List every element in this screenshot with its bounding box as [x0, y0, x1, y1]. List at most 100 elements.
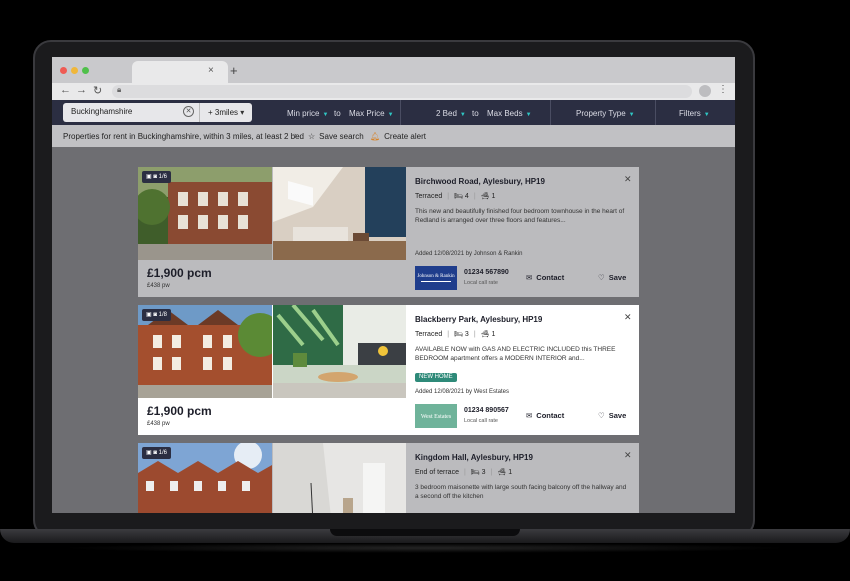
min-price-select[interactable]: Min price ▼ [287, 109, 328, 118]
create-alert-button[interactable]: 🔔︎ Create alert [370, 132, 426, 141]
chevron-down-icon: ▼ [628, 112, 635, 118]
call-rate: Local call rate [464, 280, 498, 286]
contact-button[interactable]: ✉ Contact [526, 411, 564, 420]
property-type-select[interactable]: Property Type ▼ [576, 109, 635, 118]
listing-title[interactable]: Blackberry Park, Aylesbury, HP19 [415, 315, 542, 324]
location-search[interactable]: Buckinghamshire ✕ + 3miles ▾ [63, 103, 252, 122]
new-tab-icon[interactable]: + [230, 63, 238, 78]
added-date: Added 12/08/2021 by West Estates [415, 389, 509, 395]
agent-logo[interactable]: Johnson & Rankin [415, 266, 457, 290]
contact-label: Contact [536, 411, 565, 420]
max-price-select[interactable]: Max Price ▼ [349, 109, 394, 118]
address-field[interactable] [112, 85, 692, 98]
bath-icon: 🛁︎ [480, 331, 492, 338]
radius-select[interactable]: + 3miles ▾ [199, 103, 244, 122]
laptop-shadow [60, 543, 790, 553]
photo-count-badge: ▣ ◙ 1/8 [142, 309, 171, 321]
heart-icon: ♡ [598, 411, 605, 420]
added-date: Added 12/08/2021 by Johnson & Rankin [415, 251, 523, 257]
agent-logo[interactable]: West Estates [415, 404, 457, 428]
profile-avatar[interactable] [699, 85, 711, 97]
bed-icon: 🛏︎ [454, 331, 465, 338]
min-beds-label: 2 Bed [436, 109, 457, 118]
close-icon[interactable]: ✕ [624, 312, 632, 323]
chevron-down-icon: ▼ [322, 112, 329, 118]
listing-photo[interactable] [273, 305, 406, 398]
close-icon[interactable]: ✕ [624, 174, 632, 185]
close-window-dot[interactable] [60, 67, 67, 74]
agent-phone[interactable]: 01234 567890 [464, 269, 509, 276]
nav-divider [550, 100, 551, 125]
laptop-frame: × + ← → ↻ 🔒︎ ⋮ Buckinghamshire ✕ + 3mile… [0, 0, 850, 581]
minimize-window-dot[interactable] [71, 67, 78, 74]
divider: | [473, 193, 476, 200]
forward-icon[interactable]: → [76, 84, 87, 96]
chevron-down-icon: ▼ [703, 112, 710, 118]
browser-menu-icon[interactable]: ⋮ [718, 84, 728, 95]
bath-icon: 🛁︎ [497, 469, 509, 476]
tab-close-icon[interactable]: × [208, 65, 214, 76]
save-label: Save [608, 411, 627, 420]
bright-interior-photo [273, 443, 406, 513]
listing-card[interactable]: ▣ ◙ 1/6 Kingdom Hall, Aylesbury, HP19 ✕ … [138, 443, 639, 513]
agent-logo-text: Johnson & Rankin [417, 274, 455, 279]
agent-phone[interactable]: 01234 890567 [464, 407, 509, 414]
modern-lounge-photo [273, 305, 406, 398]
beds-to-label: to [472, 109, 479, 118]
property-type: End of terrace [415, 469, 459, 476]
back-icon[interactable]: ← [60, 84, 71, 96]
contact-button[interactable]: ✉ Contact [526, 273, 564, 282]
save-button[interactable]: ♡ Save [598, 411, 626, 420]
search-nav: Buckinghamshire ✕ + 3miles ▾ Min price ▼ … [52, 100, 735, 125]
filters-label: Filters [679, 109, 701, 118]
chevron-down-icon: ▼ [459, 112, 466, 118]
new-home-tag: NEW HOME [415, 373, 457, 382]
listing-attributes: End of terrace | 🛏︎ 3 | 🛁︎ 1 [415, 468, 512, 476]
bath-count: 1 [491, 193, 496, 200]
photo-count: 1/6 [158, 174, 167, 180]
bath-count: 1 [508, 469, 513, 476]
photo-count-badge: ▣ ◙ 1/6 [142, 171, 171, 183]
nav-divider [655, 100, 656, 125]
bell-icon: 🔔︎ [370, 132, 381, 141]
listing-details: Kingdom Hall, Aylesbury, HP19 ✕ End of t… [406, 443, 639, 513]
save-search-button[interactable]: ☆ Save search [308, 132, 364, 141]
listing-photo[interactable] [273, 167, 406, 260]
max-beds-select[interactable]: Max Beds ▼ [487, 109, 532, 118]
create-alert-label: Create alert [384, 132, 426, 141]
property-type-label: Property Type [576, 109, 626, 118]
listing-details: Birchwood Road, Aylesbury, HP19 ✕ Terrac… [406, 167, 639, 297]
listing-attributes: Terraced | 🛏︎ 3 | 🛁︎ 1 [415, 330, 495, 338]
divider: | [463, 469, 466, 476]
min-beds-select[interactable]: 2 Bed ▼ [436, 109, 466, 118]
maximize-window-dot[interactable] [82, 67, 89, 74]
min-price-label: Min price [287, 109, 320, 118]
listing-card[interactable]: ▣ ◙ 1/6 £1,900 pcm £438 pw Birchwood Roa… [138, 167, 639, 297]
close-icon[interactable]: ✕ [624, 450, 632, 461]
listing-photo[interactable] [273, 443, 406, 513]
heart-icon: ♡ [598, 273, 605, 282]
living-room-photo [273, 167, 406, 260]
bath-count: 1 [491, 331, 496, 338]
nav-divider [400, 100, 401, 125]
price-panel: £1,900 pcm £438 pw [138, 260, 406, 297]
filters-button[interactable]: Filters ▼ [679, 109, 710, 118]
listing-title[interactable]: Kingdom Hall, Aylesbury, HP19 [415, 453, 533, 462]
price-per-week: £438 pw [147, 421, 170, 427]
mail-icon: ✉ [526, 273, 533, 282]
reload-icon[interactable]: ↻ [93, 84, 102, 97]
divider: | [447, 193, 450, 200]
listing-description: AVAILABLE NOW with GAS AND ELECTRIC INCL… [415, 346, 616, 362]
location-input[interactable]: Buckinghamshire [71, 107, 132, 116]
bed-count: 3 [464, 331, 469, 338]
save-search-label: Save search [319, 132, 364, 141]
chevron-down-icon: ▼ [387, 112, 394, 118]
bed-count: 4 [464, 193, 469, 200]
listing-title[interactable]: Birchwood Road, Aylesbury, HP19 [415, 177, 545, 186]
max-price-label: Max Price [349, 109, 385, 118]
save-button[interactable]: ♡ Save [598, 273, 626, 282]
listing-card[interactable]: ▣ ◙ 1/8 £1,900 pcm £438 pw Blackberry Pa… [138, 305, 639, 435]
clear-location-icon[interactable]: ✕ [183, 106, 194, 117]
chevron-down-icon: ▾ [240, 108, 245, 117]
photo-count: 1/6 [158, 450, 167, 456]
